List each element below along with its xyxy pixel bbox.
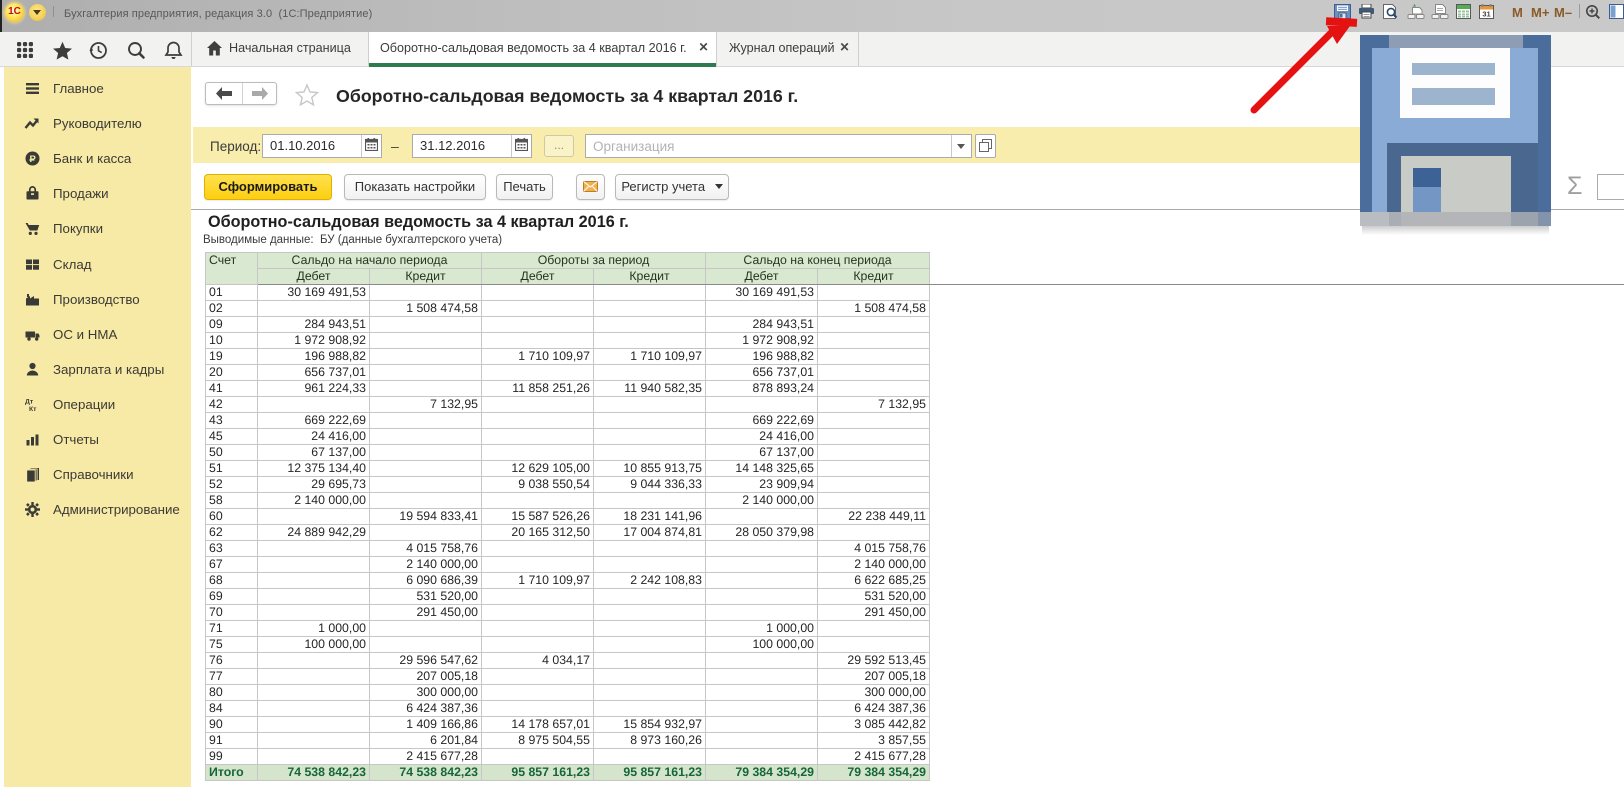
- svg-text:31: 31: [1482, 10, 1490, 19]
- svg-text:Дт: Дт: [25, 398, 34, 405]
- svg-text:Кт: Кт: [29, 406, 37, 413]
